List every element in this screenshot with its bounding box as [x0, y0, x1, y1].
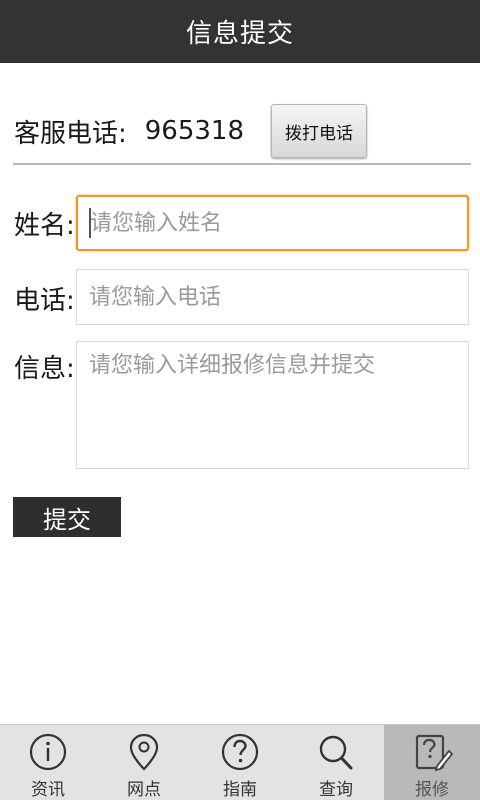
text-caret: [89, 208, 91, 238]
tab-outlets[interactable]: 网点: [96, 725, 192, 800]
tab-repair[interactable]: 报修: [384, 725, 480, 800]
phone-label: 电话:: [14, 286, 75, 316]
tab-query[interactable]: 查询: [288, 725, 384, 800]
bottom-tabbar: 资讯 网点 指南 查询 报修: [0, 724, 480, 800]
hotline-label: 客服电话:: [14, 118, 127, 149]
location-pin-icon: [129, 733, 159, 771]
tab-news[interactable]: 资讯: [0, 725, 96, 800]
info-icon: [29, 733, 67, 771]
tab-label: 指南: [223, 780, 257, 800]
divider: [13, 163, 471, 165]
name-input[interactable]: [76, 195, 469, 251]
call-button[interactable]: 拨打电话: [271, 104, 367, 158]
submit-button[interactable]: 提交: [13, 497, 121, 537]
tab-label: 报修: [415, 780, 449, 800]
tab-guide[interactable]: 指南: [192, 725, 288, 800]
hotline-row: 客服电话: 965318 拨打电话: [14, 100, 470, 162]
phone-input[interactable]: [76, 269, 469, 325]
info-textarea[interactable]: [76, 341, 469, 469]
help-icon: [221, 733, 259, 771]
app-header: 信息提交: [0, 0, 480, 63]
tab-label: 网点: [127, 780, 161, 800]
page-title: 信息提交: [185, 19, 294, 49]
search-icon: [319, 735, 353, 770]
name-label: 姓名:: [14, 211, 75, 241]
tab-label: 查询: [319, 780, 353, 800]
tab-label: 资讯: [31, 780, 65, 800]
info-label: 信息:: [14, 354, 75, 384]
hotline-number: 965318: [144, 116, 245, 146]
repair-edit-icon: [415, 734, 454, 772]
